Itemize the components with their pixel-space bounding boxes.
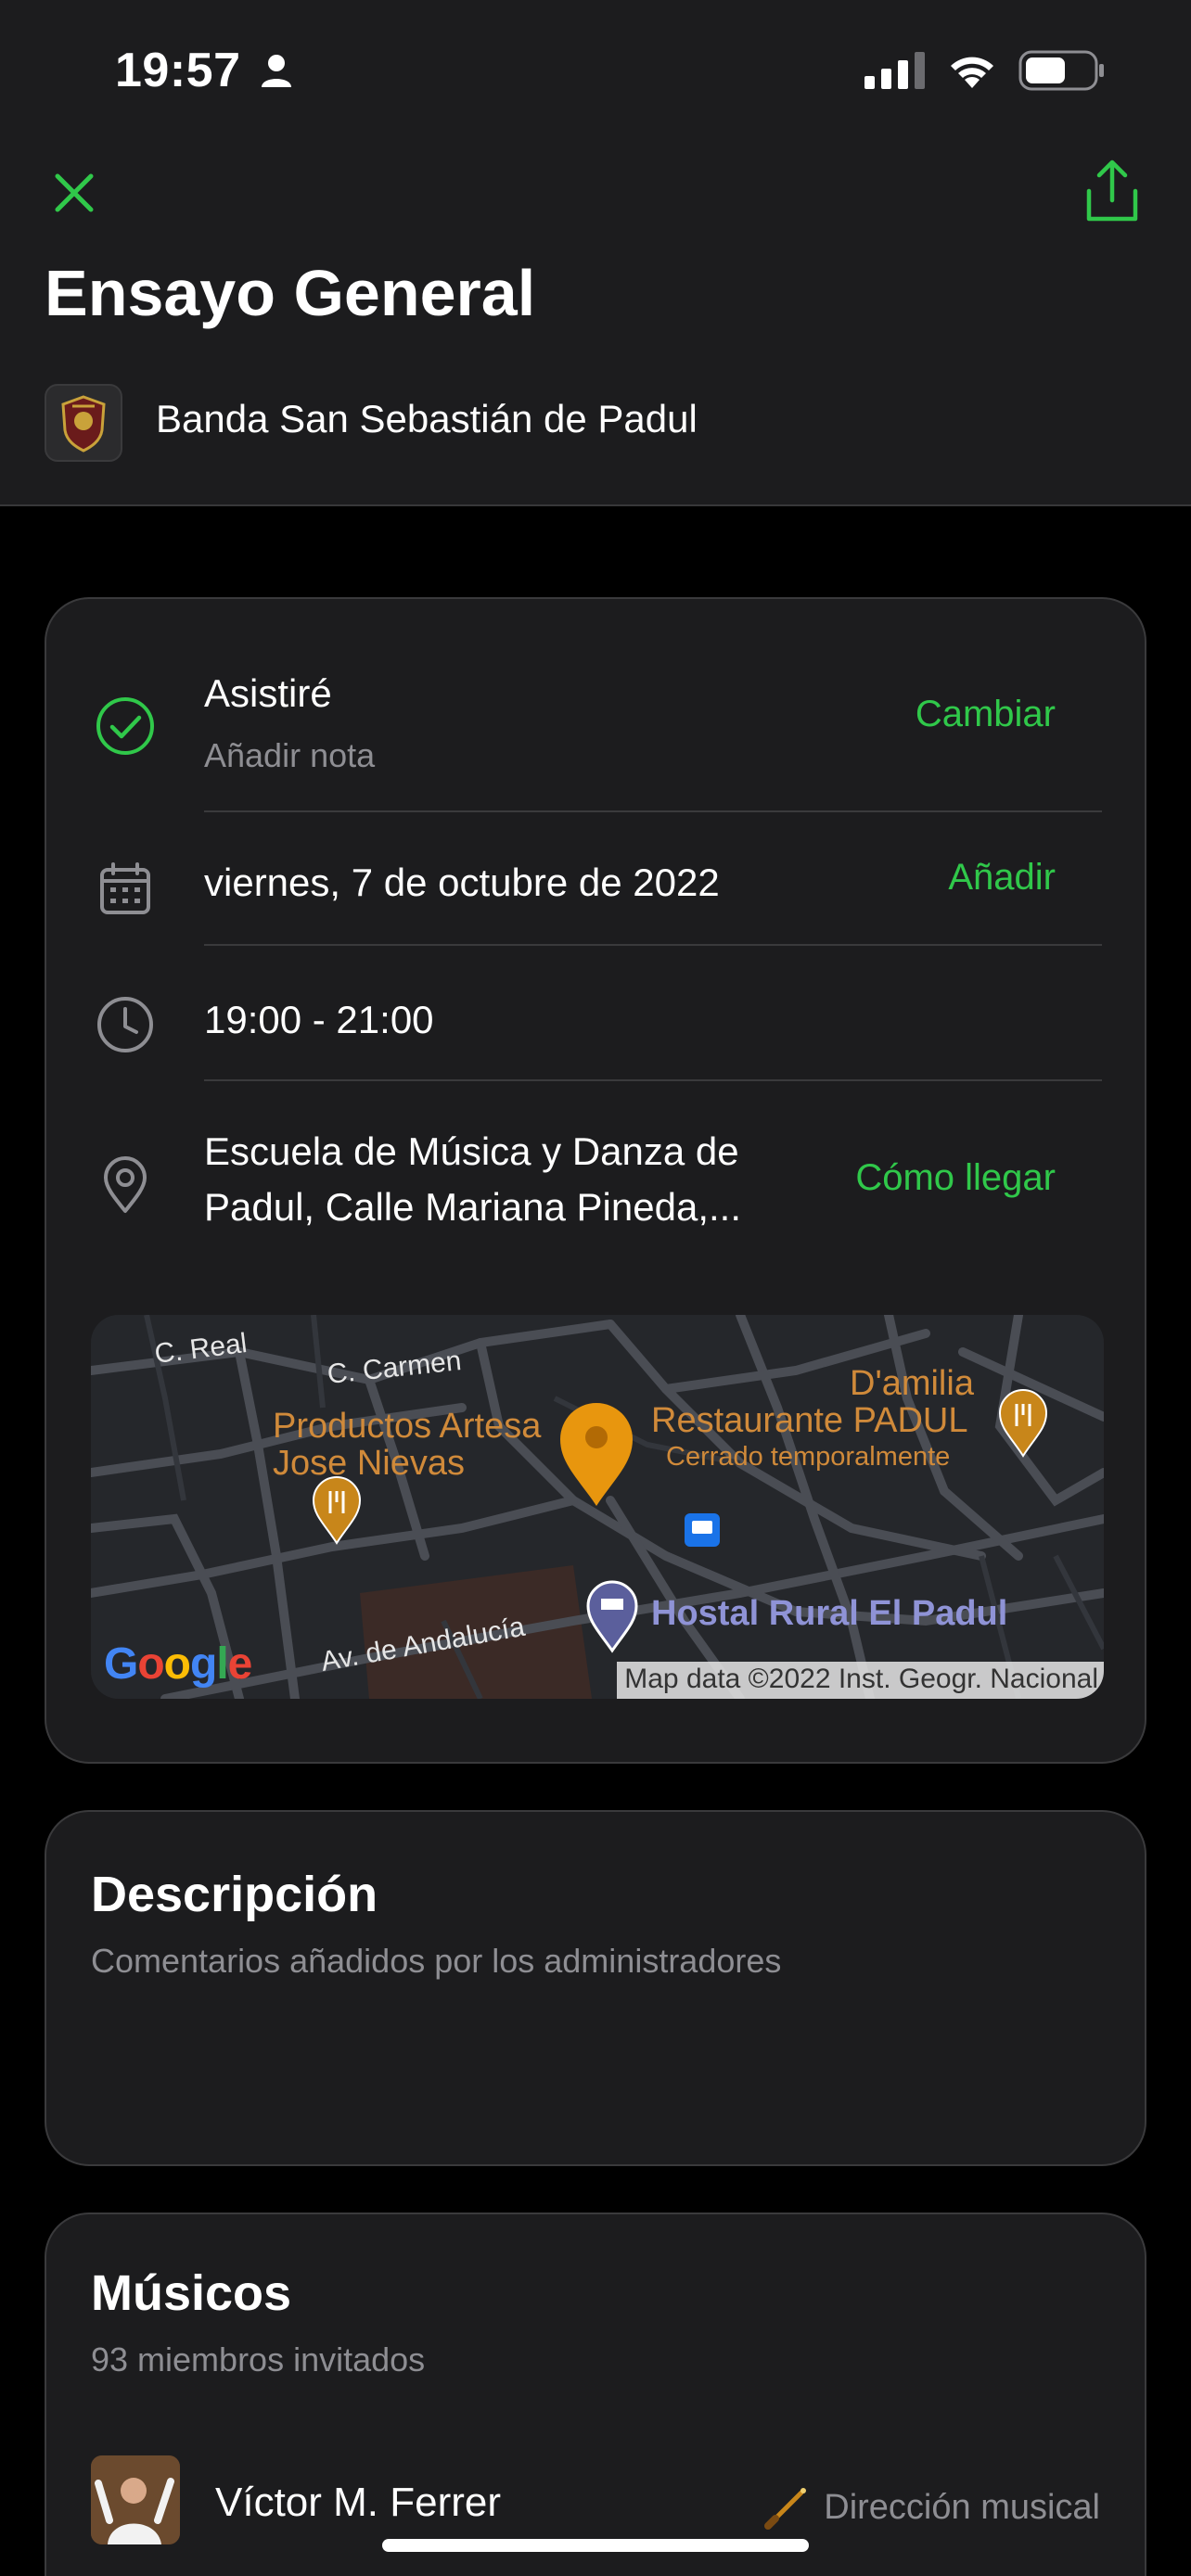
- google-logo: Google: [104, 1639, 252, 1689]
- avatar-photo: [91, 2455, 180, 2544]
- baton-icon: [764, 2488, 807, 2530]
- map-label: Productos Artesa: [273, 1407, 542, 1446]
- map-attribution[interactable]: Map data ©2022 Inst. Geogr. Nacional: [617, 1662, 1104, 1699]
- event-details-card: Asistiré Añadir nota Cambiar viernes, 7 …: [45, 597, 1146, 1764]
- map-label: D'amilia: [850, 1364, 975, 1403]
- member-name[interactable]: Víctor M. Ferrer: [215, 2480, 501, 2526]
- location-map[interactable]: C. Real C. Carmen Av. de Andalucía Produ…: [91, 1315, 1104, 1699]
- directions-button[interactable]: Cómo llegar: [855, 1157, 1056, 1199]
- description-subtitle: Comentarios añadidos por los administrad…: [91, 1942, 782, 1980]
- signal-icon: [864, 52, 925, 89]
- description-card: Descripción Comentarios añadidos por los…: [45, 1810, 1146, 2166]
- map-label: Restaurante PADUL: [651, 1401, 967, 1440]
- location-line1: Escuela de Música y Danza de: [204, 1129, 739, 1173]
- avatar[interactable]: [91, 2455, 180, 2544]
- status-time: 19:57: [115, 44, 241, 97]
- home-indicator[interactable]: [382, 2539, 809, 2552]
- battery-icon: [1018, 50, 1104, 91]
- organization-name[interactable]: Banda San Sebastián de Padul: [156, 397, 698, 441]
- description-title: Descripción: [91, 1867, 378, 1922]
- close-icon[interactable]: [46, 165, 102, 221]
- change-attendance-button[interactable]: Cambiar: [916, 694, 1056, 735]
- event-time: 19:00 - 21:00: [204, 998, 434, 1041]
- map-label: Cerrado temporalmente: [666, 1442, 950, 1472]
- share-icon[interactable]: [1082, 158, 1143, 224]
- add-note-link[interactable]: Añadir nota: [204, 736, 375, 775]
- add-to-calendar-button[interactable]: Añadir: [948, 857, 1056, 899]
- event-title: Ensayo General: [45, 257, 536, 329]
- calendar-icon: [100, 862, 150, 914]
- status-indicators: [864, 50, 1106, 91]
- attendance-status: Asistiré: [204, 671, 332, 715]
- member-role-label: Dirección musical: [824, 2487, 1100, 2527]
- event-date: viernes, 7 de octubre de 2022: [204, 861, 720, 904]
- event-header: 19:57 Ensayo General Banda San Sebastián…: [0, 0, 1191, 506]
- musicians-title: Músicos: [91, 2265, 292, 2321]
- divider: [204, 810, 1102, 812]
- musicians-count: 93 miembros invitados: [91, 2340, 426, 2378]
- location-line2: Padul, Calle Mariana Pineda,...: [204, 1185, 741, 1229]
- map-label: Jose Nievas: [273, 1444, 465, 1483]
- divider: [204, 1079, 1102, 1081]
- person-icon: [262, 55, 291, 87]
- clock-icon: [97, 997, 153, 1052]
- musicians-card[interactable]: Músicos 93 miembros invitados Víctor M. …: [45, 2213, 1146, 2576]
- check-circle-icon: [96, 697, 154, 755]
- member-role: Dirección musical: [762, 2483, 1100, 2531]
- location-pin-icon: [104, 1156, 147, 1213]
- organization-logo: [45, 384, 122, 462]
- divider: [204, 944, 1102, 946]
- map-label: Hostal Rural El Padul: [651, 1594, 1007, 1633]
- wifi-icon: [951, 57, 993, 88]
- band-crest-icon: [61, 395, 106, 453]
